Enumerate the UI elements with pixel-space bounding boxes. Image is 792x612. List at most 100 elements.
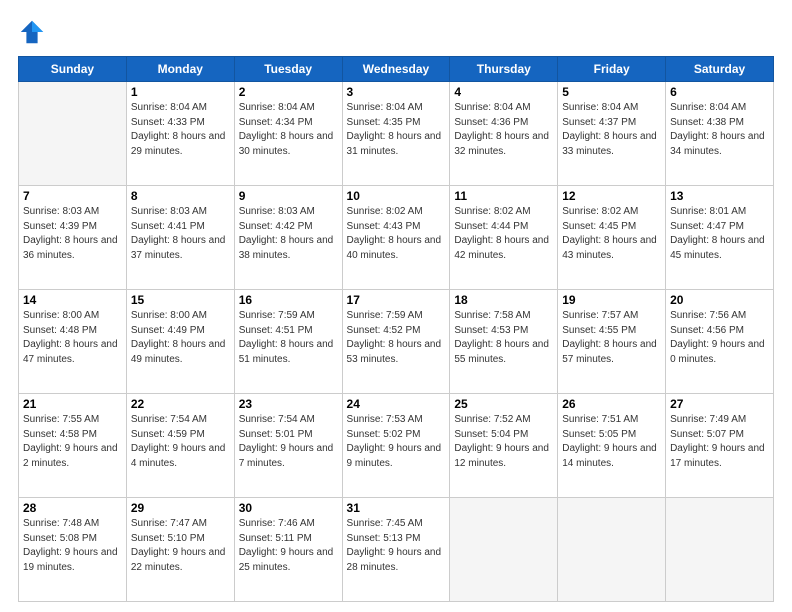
- day-info: Sunrise: 7:59 AMSunset: 4:51 PMDaylight:…: [239, 309, 338, 367]
- day-number: 17: [347, 293, 446, 307]
- day-number: 10: [347, 189, 446, 203]
- day-cell: 18 Sunrise: 7:58 AMSunset: 4:53 PMDayligh…: [450, 290, 558, 394]
- day-cell: 21 Sunrise: 7:55 AMSunset: 4:58 PMDayligh…: [19, 394, 127, 498]
- logo: [18, 18, 50, 46]
- week-row-3: 14 Sunrise: 8:00 AMSunset: 4:48 PMDayligh…: [19, 290, 774, 394]
- day-cell: [558, 498, 666, 602]
- day-cell: 8Sunrise: 8:03 AMSunset: 4:41 PMDaylight…: [126, 186, 234, 290]
- day-info: Sunrise: 8:00 AMSunset: 4:48 PMDaylight:…: [23, 309, 122, 367]
- day-info: Sunrise: 7:53 AMSunset: 5:02 PMDaylight:…: [347, 413, 446, 471]
- day-number: 7: [23, 189, 122, 203]
- day-cell: 2 Sunrise: 8:04 AMSunset: 4:34 PMDaylight…: [234, 82, 342, 186]
- calendar-header: SundayMondayTuesdayWednesdayThursdayFrid…: [19, 57, 774, 82]
- day-info: Sunrise: 8:01 AMSunset: 4:47 PMDaylight:…: [670, 205, 769, 263]
- day-cell: 27Sunrise: 7:49 AMSunset: 5:07 PMDayligh…: [666, 394, 774, 498]
- day-cell: 17 Sunrise: 7:59 AMSunset: 4:52 PMDayligh…: [342, 290, 450, 394]
- day-number: 15: [131, 293, 230, 307]
- day-number: 22: [131, 397, 230, 411]
- weekday-header-wednesday: Wednesday: [342, 57, 450, 82]
- day-info: Sunrise: 7:54 AMSunset: 4:59 PMDaylight:…: [131, 413, 230, 471]
- day-number: 6: [670, 85, 769, 99]
- day-cell: 23Sunrise: 7:54 AMSunset: 5:01 PMDayligh…: [234, 394, 342, 498]
- week-row-2: 7 Sunrise: 8:03 AMSunset: 4:39 PMDaylight…: [19, 186, 774, 290]
- day-cell: 26Sunrise: 7:51 AMSunset: 5:05 PMDayligh…: [558, 394, 666, 498]
- day-number: 21: [23, 397, 122, 411]
- logo-icon: [18, 18, 46, 46]
- day-info: Sunrise: 8:03 AMSunset: 4:42 PMDaylight:…: [239, 205, 338, 263]
- day-info: Sunrise: 8:04 AMSunset: 4:38 PMDaylight:…: [670, 101, 769, 159]
- day-cell: 24 Sunrise: 7:53 AMSunset: 5:02 PMDayligh…: [342, 394, 450, 498]
- day-info: Sunrise: 8:04 AMSunset: 4:33 PMDaylight:…: [131, 101, 230, 159]
- day-info: Sunrise: 8:02 AMSunset: 4:43 PMDaylight:…: [347, 205, 446, 263]
- day-number: 2: [239, 85, 338, 99]
- day-number: 29: [131, 501, 230, 515]
- day-number: 28: [23, 501, 122, 515]
- day-number: 16: [239, 293, 338, 307]
- day-cell: 9 Sunrise: 8:03 AMSunset: 4:42 PMDaylight…: [234, 186, 342, 290]
- day-info: Sunrise: 7:47 AMSunset: 5:10 PMDaylight:…: [131, 517, 230, 575]
- day-info: Sunrise: 7:54 AMSunset: 5:01 PMDaylight:…: [239, 413, 338, 471]
- day-cell: 5 Sunrise: 8:04 AMSunset: 4:37 PMDaylight…: [558, 82, 666, 186]
- day-cell: [666, 498, 774, 602]
- day-info: Sunrise: 8:03 AMSunset: 4:41 PMDaylight:…: [131, 205, 230, 263]
- weekday-header-friday: Friday: [558, 57, 666, 82]
- day-number: 27: [670, 397, 769, 411]
- day-cell: 12Sunrise: 8:02 AMSunset: 4:45 PMDayligh…: [558, 186, 666, 290]
- weekday-header-tuesday: Tuesday: [234, 57, 342, 82]
- day-cell: 6 Sunrise: 8:04 AMSunset: 4:38 PMDaylight…: [666, 82, 774, 186]
- day-info: Sunrise: 7:57 AMSunset: 4:55 PMDaylight:…: [562, 309, 661, 367]
- day-number: 14: [23, 293, 122, 307]
- day-cell: 11 Sunrise: 8:02 AMSunset: 4:44 PMDayligh…: [450, 186, 558, 290]
- day-info: Sunrise: 8:03 AMSunset: 4:39 PMDaylight:…: [23, 205, 122, 263]
- day-cell: 29 Sunrise: 7:47 AMSunset: 5:10 PMDayligh…: [126, 498, 234, 602]
- day-number: 30: [239, 501, 338, 515]
- day-cell: 7 Sunrise: 8:03 AMSunset: 4:39 PMDaylight…: [19, 186, 127, 290]
- day-number: 3: [347, 85, 446, 99]
- day-number: 9: [239, 189, 338, 203]
- calendar-body: 1 Sunrise: 8:04 AMSunset: 4:33 PMDaylight…: [19, 82, 774, 602]
- day-info: Sunrise: 7:46 AMSunset: 5:11 PMDaylight:…: [239, 517, 338, 575]
- day-number: 20: [670, 293, 769, 307]
- day-info: Sunrise: 8:04 AMSunset: 4:34 PMDaylight:…: [239, 101, 338, 159]
- day-number: 24: [347, 397, 446, 411]
- day-number: 31: [347, 501, 446, 515]
- day-number: 11: [454, 189, 553, 203]
- page: SundayMondayTuesdayWednesdayThursdayFrid…: [0, 0, 792, 612]
- day-number: 25: [454, 397, 553, 411]
- week-row-1: 1 Sunrise: 8:04 AMSunset: 4:33 PMDaylight…: [19, 82, 774, 186]
- day-cell: 13Sunrise: 8:01 AMSunset: 4:47 PMDayligh…: [666, 186, 774, 290]
- day-info: Sunrise: 7:58 AMSunset: 4:53 PMDaylight:…: [454, 309, 553, 367]
- day-cell: 1 Sunrise: 8:04 AMSunset: 4:33 PMDaylight…: [126, 82, 234, 186]
- weekday-row: SundayMondayTuesdayWednesdayThursdayFrid…: [19, 57, 774, 82]
- day-cell: 28 Sunrise: 7:48 AMSunset: 5:08 PMDayligh…: [19, 498, 127, 602]
- weekday-header-sunday: Sunday: [19, 57, 127, 82]
- day-info: Sunrise: 8:04 AMSunset: 4:36 PMDaylight:…: [454, 101, 553, 159]
- day-cell: 30 Sunrise: 7:46 AMSunset: 5:11 PMDayligh…: [234, 498, 342, 602]
- week-row-4: 21 Sunrise: 7:55 AMSunset: 4:58 PMDayligh…: [19, 394, 774, 498]
- day-number: 1: [131, 85, 230, 99]
- day-cell: 3Sunrise: 8:04 AMSunset: 4:35 PMDaylight…: [342, 82, 450, 186]
- day-info: Sunrise: 8:00 AMSunset: 4:49 PMDaylight:…: [131, 309, 230, 367]
- day-info: Sunrise: 8:04 AMSunset: 4:37 PMDaylight:…: [562, 101, 661, 159]
- day-info: Sunrise: 8:02 AMSunset: 4:45 PMDaylight:…: [562, 205, 661, 263]
- day-cell: 16 Sunrise: 7:59 AMSunset: 4:51 PMDayligh…: [234, 290, 342, 394]
- day-cell: [450, 498, 558, 602]
- day-cell: 31Sunrise: 7:45 AMSunset: 5:13 PMDayligh…: [342, 498, 450, 602]
- weekday-header-thursday: Thursday: [450, 57, 558, 82]
- day-number: 19: [562, 293, 661, 307]
- day-info: Sunrise: 7:55 AMSunset: 4:58 PMDaylight:…: [23, 413, 122, 471]
- day-cell: 22 Sunrise: 7:54 AMSunset: 4:59 PMDayligh…: [126, 394, 234, 498]
- day-info: Sunrise: 7:59 AMSunset: 4:52 PMDaylight:…: [347, 309, 446, 367]
- week-row-5: 28 Sunrise: 7:48 AMSunset: 5:08 PMDayligh…: [19, 498, 774, 602]
- day-info: Sunrise: 7:56 AMSunset: 4:56 PMDaylight:…: [670, 309, 769, 367]
- day-cell: 10 Sunrise: 8:02 AMSunset: 4:43 PMDayligh…: [342, 186, 450, 290]
- day-number: 26: [562, 397, 661, 411]
- header: [18, 18, 774, 46]
- weekday-header-saturday: Saturday: [666, 57, 774, 82]
- weekday-header-monday: Monday: [126, 57, 234, 82]
- day-info: Sunrise: 7:48 AMSunset: 5:08 PMDaylight:…: [23, 517, 122, 575]
- day-number: 5: [562, 85, 661, 99]
- day-number: 18: [454, 293, 553, 307]
- day-cell: 25Sunrise: 7:52 AMSunset: 5:04 PMDayligh…: [450, 394, 558, 498]
- day-info: Sunrise: 8:02 AMSunset: 4:44 PMDaylight:…: [454, 205, 553, 263]
